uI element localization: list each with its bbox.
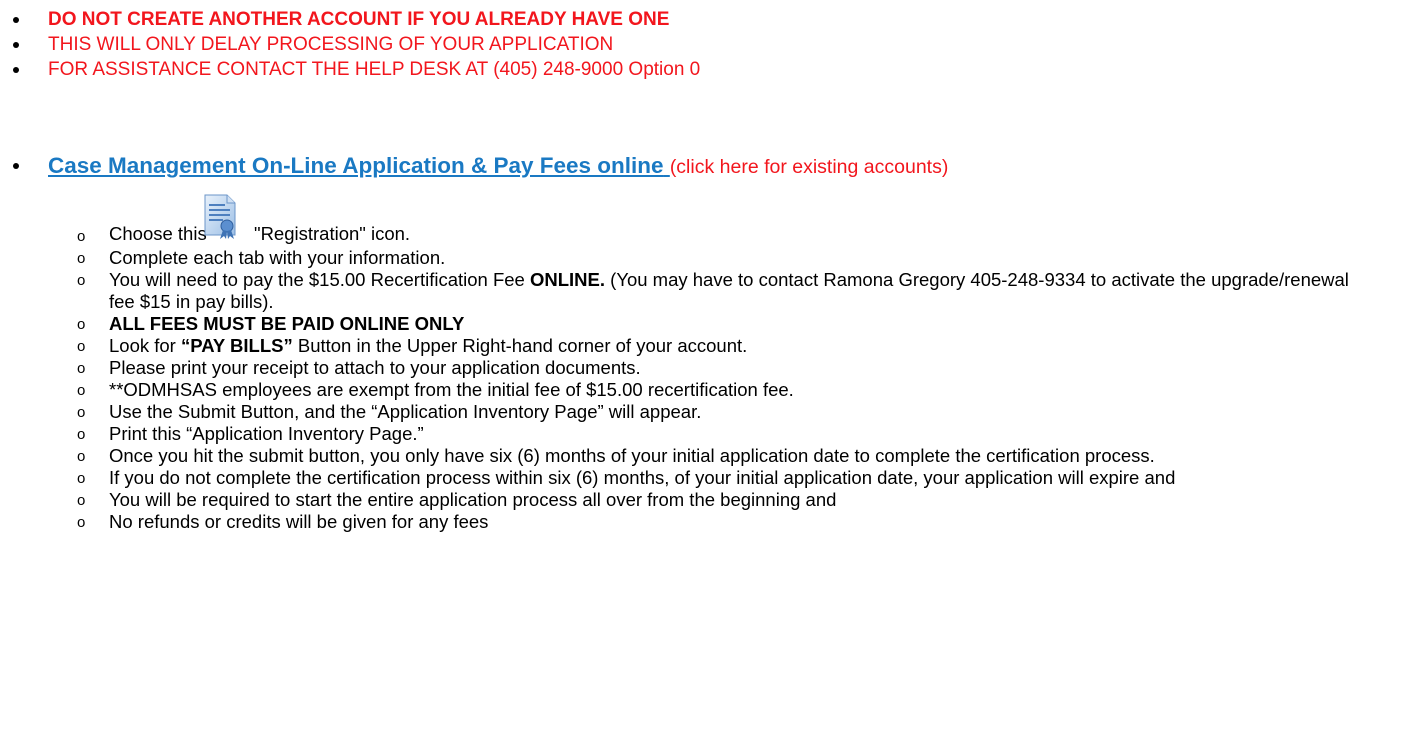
warning-text: FOR ASSISTANCE CONTACT THE HELP DESK AT … [48,59,701,80]
circle-bullet-icon: o [77,426,86,443]
step-restart: o You will be required to start the enti… [0,489,1409,511]
bullet-icon [13,17,19,23]
step-text-suffix: Button in the Upper Right-hand corner of… [292,335,748,356]
bullet-icon [13,163,19,169]
step-text: **ODMHSAS employees are exempt from the … [109,379,794,400]
step-text-bold: ALL FEES MUST BE PAID ONLINE ONLY [109,313,465,334]
warning-text: THIS WILL ONLY DELAY PROCESSING OF YOUR … [48,34,614,55]
warning-duplicate-account: DO NOT CREATE ANOTHER ACCOUNT IF YOU ALR… [0,7,700,32]
step-text-bold: ONLINE. [529,269,606,290]
step-print-inventory: o Print this “Application Inventory Page… [0,423,1409,445]
step-pay-bills-button: o Look for “PAY BILLS” Button in the Upp… [0,335,1409,357]
circle-bullet-icon: o [77,338,86,355]
warning-help-desk: FOR ASSISTANCE CONTACT THE HELP DESK AT … [0,57,700,82]
circle-bullet-icon: o [77,272,86,289]
step-no-refunds: o No refunds or credits will be given fo… [0,511,1409,533]
circle-bullet-icon: o [77,228,86,245]
case-management-link[interactable]: Case Management On-Line Application & Pa… [48,153,664,178]
step-text: You will be required to start the entire… [109,489,837,510]
step-text: Look for [109,335,181,356]
circle-bullet-icon: o [77,360,86,377]
step-text: Choose this [109,223,207,244]
step-complete-tabs: o Complete each tab with your informatio… [0,247,1409,269]
step-text: Once you hit the submit button, you only… [109,445,1155,466]
case-management-item: Case Management On-Line Application & Pa… [0,148,948,184]
step-choose-registration: o Choose this "Registration" icon. [0,193,1409,247]
step-exempt-employees: o **ODMHSAS employees are exempt from th… [0,379,1409,401]
step-text-suffix: "Registration" icon. [254,223,411,244]
bullet-icon [13,67,19,73]
step-text: You will need to pay the $15.00 Recertif… [109,269,530,290]
existing-accounts-note: (click here for existing accounts) [669,156,949,178]
step-text: If you do not complete the certification… [109,467,1176,488]
warning-list: DO NOT CREATE ANOTHER ACCOUNT IF YOU ALR… [0,7,700,82]
circle-bullet-icon: o [77,492,86,509]
step-text: Print this “Application Inventory Page.” [109,423,424,444]
step-expire: o If you do not complete the certificati… [0,467,1409,489]
steps-list: o Choose this "Registration" icon. o Com… [0,193,1409,533]
warning-delay: THIS WILL ONLY DELAY PROCESSING OF YOUR … [0,32,700,57]
warning-text: DO NOT CREATE ANOTHER ACCOUNT IF YOU ALR… [48,9,670,30]
step-text-bold: “PAY BILLS” [181,335,293,356]
circle-bullet-icon: o [77,316,86,333]
step-pay-fee: o You will need to pay the $15.00 Recert… [0,269,1409,313]
step-text: Please print your receipt to attach to y… [109,357,641,378]
circle-bullet-icon: o [77,250,86,267]
circle-bullet-icon: o [77,514,86,531]
circle-bullet-icon: o [77,470,86,487]
step-fees-online: o ALL FEES MUST BE PAID ONLINE ONLY [0,313,1409,335]
step-text: No refunds or credits will be given for … [109,511,489,532]
circle-bullet-icon: o [77,448,86,465]
bullet-icon [13,42,19,48]
circle-bullet-icon: o [77,404,86,421]
step-six-months: o Once you hit the submit button, you on… [0,445,1409,467]
step-text: Use the Submit Button, and the “Applicat… [109,401,702,422]
step-print-receipt: o Please print your receipt to attach to… [0,357,1409,379]
step-text: Complete each tab with your information. [109,247,446,268]
step-submit: o Use the Submit Button, and the “Applic… [0,401,1409,423]
instructions-page: DO NOT CREATE ANOTHER ACCOUNT IF YOU ALR… [0,0,1409,745]
circle-bullet-icon: o [77,382,86,399]
registration-certificate-icon [197,193,241,240]
